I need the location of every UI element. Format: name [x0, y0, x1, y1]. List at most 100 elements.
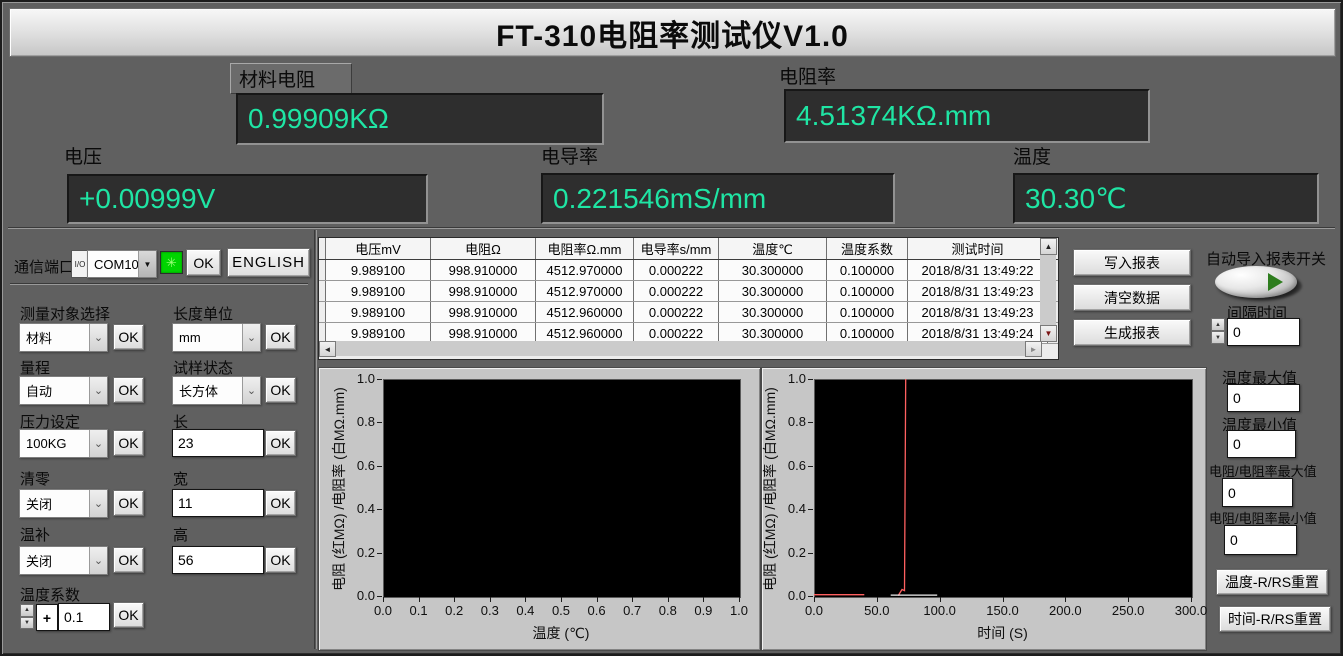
com-ok-button[interactable]: OK [186, 249, 221, 276]
table-cell[interactable]: 4512.970000 [536, 260, 634, 280]
table-cell[interactable]: 4512.960000 [536, 302, 634, 322]
pressure-ok-button[interactable]: OK [113, 430, 144, 456]
english-button[interactable]: ENGLISH [227, 248, 310, 277]
temp-coeff-stepper[interactable]: ▲ ▼ [20, 604, 34, 629]
combo-arrow-icon[interactable]: ▼ [138, 251, 156, 277]
table-cell[interactable]: 998.910000 [431, 281, 536, 301]
x-tick-mark [814, 597, 815, 602]
y-tick-mark [377, 553, 382, 554]
table-cell[interactable]: 0.000222 [634, 323, 719, 343]
table-cell[interactable]: 998.910000 [431, 260, 536, 280]
comm-status-led: ✳ [160, 251, 183, 274]
sample-shape-ok-button[interactable]: OK [265, 377, 296, 403]
chevron-down-icon[interactable]: ⌄ [89, 430, 107, 457]
table-cell[interactable]: 2018/8/31 13:49:22 [908, 260, 1048, 280]
interval-input[interactable]: 0 [1227, 318, 1300, 346]
sample-shape-select[interactable]: 长方体 ⌄ [172, 376, 261, 405]
app-window: { "title": "FT-310电阻率测试仪V1.0", "colors":… [0, 0, 1343, 656]
x-tick-mark [632, 597, 633, 602]
chevron-down-icon[interactable]: ⌄ [89, 324, 107, 351]
x-tick-label: 250.0 [1105, 603, 1151, 618]
spinner-down-icon[interactable]: ▼ [20, 617, 34, 630]
table-cell[interactable]: 30.300000 [719, 260, 827, 280]
table-cell[interactable]: 2018/8/31 13:49:23 [908, 281, 1048, 301]
table-cell[interactable]: 30.300000 [719, 302, 827, 322]
clear-data-button[interactable]: 清空数据 [1073, 284, 1191, 311]
chevron-down-icon[interactable]: ⌄ [242, 324, 260, 351]
height-ok-button[interactable]: OK [265, 547, 296, 573]
table-cell[interactable]: 9.989100 [326, 302, 431, 322]
temp-max-input[interactable]: 0 [1227, 384, 1300, 412]
range-select[interactable]: 自动 ⌄ [19, 376, 108, 405]
table-cell[interactable]: 2018/8/31 13:49:24 [908, 323, 1048, 343]
length-unit-select[interactable]: mm ⌄ [172, 323, 261, 352]
table-cell[interactable]: 4512.970000 [536, 281, 634, 301]
range-ok-button[interactable]: OK [113, 377, 144, 403]
length-unit-label: 长度单位 [173, 303, 233, 324]
x-tick-mark [877, 597, 878, 602]
table-cell[interactable]: 2018/8/31 13:49:23 [908, 302, 1048, 322]
res-max-input[interactable]: 0 [1222, 478, 1293, 507]
chevron-down-icon[interactable]: ⌄ [89, 490, 107, 517]
temp-coeff-label: 温度系数 [20, 584, 80, 605]
temp-comp-select[interactable]: 关闭 ⌄ [19, 546, 108, 575]
chevron-down-icon[interactable]: ⌄ [89, 547, 107, 574]
zero-select[interactable]: 关闭 ⌄ [19, 489, 108, 518]
scroll-right-icon[interactable]: ► [1025, 341, 1042, 357]
table-row: 9.989100998.9100004512.9700000.00022230.… [319, 260, 1058, 281]
scroll-up-icon[interactable]: ▲ [1040, 238, 1057, 255]
table-cell[interactable]: 9.989100 [326, 260, 431, 280]
generate-report-button[interactable]: 生成报表 [1073, 319, 1191, 346]
length-ok-button[interactable]: OK [265, 430, 296, 456]
table-header: 电压mV电阻Ω电阻率Ω.mm电导率s/mm温度℃温度系数测试时间 [319, 238, 1058, 260]
write-report-button[interactable]: 写入报表 [1073, 249, 1191, 276]
measure-target-ok-button[interactable]: OK [113, 324, 144, 350]
table-cell[interactable]: 9.989100 [326, 281, 431, 301]
spinner-up-icon[interactable]: ▲ [20, 604, 34, 617]
table-cell[interactable]: 4512.960000 [536, 323, 634, 343]
x-tick-label: 300.0 [1168, 603, 1214, 618]
table-cell[interactable]: 0.000222 [634, 302, 719, 322]
reset-temp-button[interactable]: 温度-R/RS重置 [1216, 569, 1328, 595]
temp-comp-ok-button[interactable]: OK [113, 547, 144, 573]
height-input[interactable]: 56 [172, 546, 264, 574]
width-ok-button[interactable]: OK [265, 490, 296, 516]
table-cell[interactable]: 0.000222 [634, 260, 719, 280]
chevron-down-icon[interactable]: ⌄ [89, 377, 107, 404]
spinner-up-icon[interactable]: ▲ [1211, 318, 1225, 331]
length-input[interactable]: 23 [172, 429, 264, 457]
table-cell[interactable]: 30.300000 [719, 281, 827, 301]
temp-coeff-input[interactable]: 0.1 [58, 603, 110, 631]
play-arrow-icon [1268, 273, 1283, 291]
table-hscrollbar[interactable]: ◄ ► [319, 341, 1040, 356]
table-cell[interactable]: 0.100000 [827, 260, 908, 280]
scroll-down-icon[interactable]: ▼ [1040, 325, 1057, 342]
res-min-input[interactable]: 0 [1224, 525, 1297, 555]
table-cell[interactable]: 0.100000 [827, 302, 908, 322]
table-cell[interactable]: 0.100000 [827, 281, 908, 301]
height-label: 高 [173, 524, 188, 545]
zero-ok-button[interactable]: OK [113, 490, 144, 516]
spinner-down-icon[interactable]: ▼ [1211, 331, 1225, 344]
table-cell[interactable]: 998.910000 [431, 302, 536, 322]
x-tick-label: 150.0 [980, 603, 1026, 618]
zero-label: 清零 [20, 468, 50, 489]
temp-min-input[interactable]: 0 [1227, 430, 1296, 458]
table-cell[interactable]: 0.000222 [634, 281, 719, 301]
table-vscrollbar[interactable]: ▲ ▼ [1040, 238, 1056, 341]
measure-target-select[interactable]: 材料 ⌄ [19, 323, 108, 352]
temp-coeff-ok-button[interactable]: OK [113, 602, 144, 628]
table-cell[interactable]: 998.910000 [431, 323, 536, 343]
chevron-down-icon[interactable]: ⌄ [242, 377, 260, 404]
com-port-select[interactable]: COM10 ▼ [87, 250, 157, 278]
auto-report-toggle[interactable] [1215, 266, 1297, 298]
interval-stepper[interactable]: ▲ ▼ [1211, 318, 1225, 344]
width-input[interactable]: 11 [172, 489, 264, 517]
pressure-select[interactable]: 100KG ⌄ [19, 429, 108, 458]
table-cell[interactable]: 0.100000 [827, 323, 908, 343]
table-row: 9.989100998.9100004512.9700000.00022230.… [319, 281, 1058, 302]
table-header-cell: 电阻率Ω.mm [536, 238, 634, 259]
length-unit-ok-button[interactable]: OK [265, 324, 296, 350]
temp-coeff-sign[interactable]: + [36, 604, 58, 631]
reset-time-button[interactable]: 时间-R/RS重置 [1219, 606, 1331, 632]
